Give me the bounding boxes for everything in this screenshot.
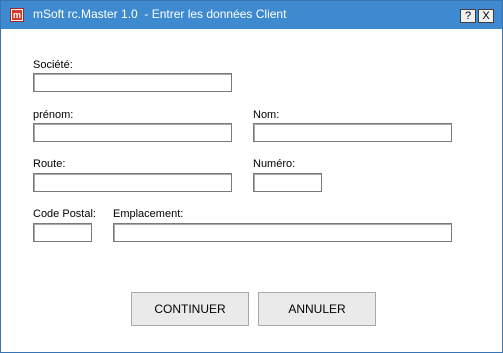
emplacement-field[interactable] xyxy=(113,223,452,242)
continue-button[interactable]: CONTINUER xyxy=(131,292,249,326)
societe-label: Société: xyxy=(33,59,73,71)
close-button[interactable]: X xyxy=(478,9,494,23)
societe-field[interactable] xyxy=(33,73,232,92)
app-icon: m xyxy=(10,8,24,22)
cancel-button[interactable]: ANNULER xyxy=(258,292,376,326)
nom-field[interactable] xyxy=(253,123,452,142)
route-label: Route: xyxy=(33,158,66,170)
dialog-window: m mSoft rc.Master 1.0 - Entrer les donné… xyxy=(0,0,503,353)
emplacement-label: Emplacement: xyxy=(113,208,184,220)
title-bar[interactable]: m mSoft rc.Master 1.0 - Entrer les donné… xyxy=(1,1,502,29)
code-postal-label: Code Postal: xyxy=(33,208,96,220)
form-panel: Société: prénom: Nom: Route: Numéro: Cod… xyxy=(5,29,498,347)
help-button[interactable]: ? xyxy=(460,9,476,23)
numero-field[interactable] xyxy=(253,173,322,192)
prenom-label: prénom: xyxy=(33,109,74,121)
window-title: mSoft rc.Master 1.0 - Entrer les données… xyxy=(33,7,287,21)
prenom-field[interactable] xyxy=(33,123,232,142)
nom-label: Nom: xyxy=(253,109,280,121)
route-field[interactable] xyxy=(33,173,232,192)
code-postal-field[interactable] xyxy=(33,223,92,242)
numero-label: Numéro: xyxy=(253,158,296,170)
